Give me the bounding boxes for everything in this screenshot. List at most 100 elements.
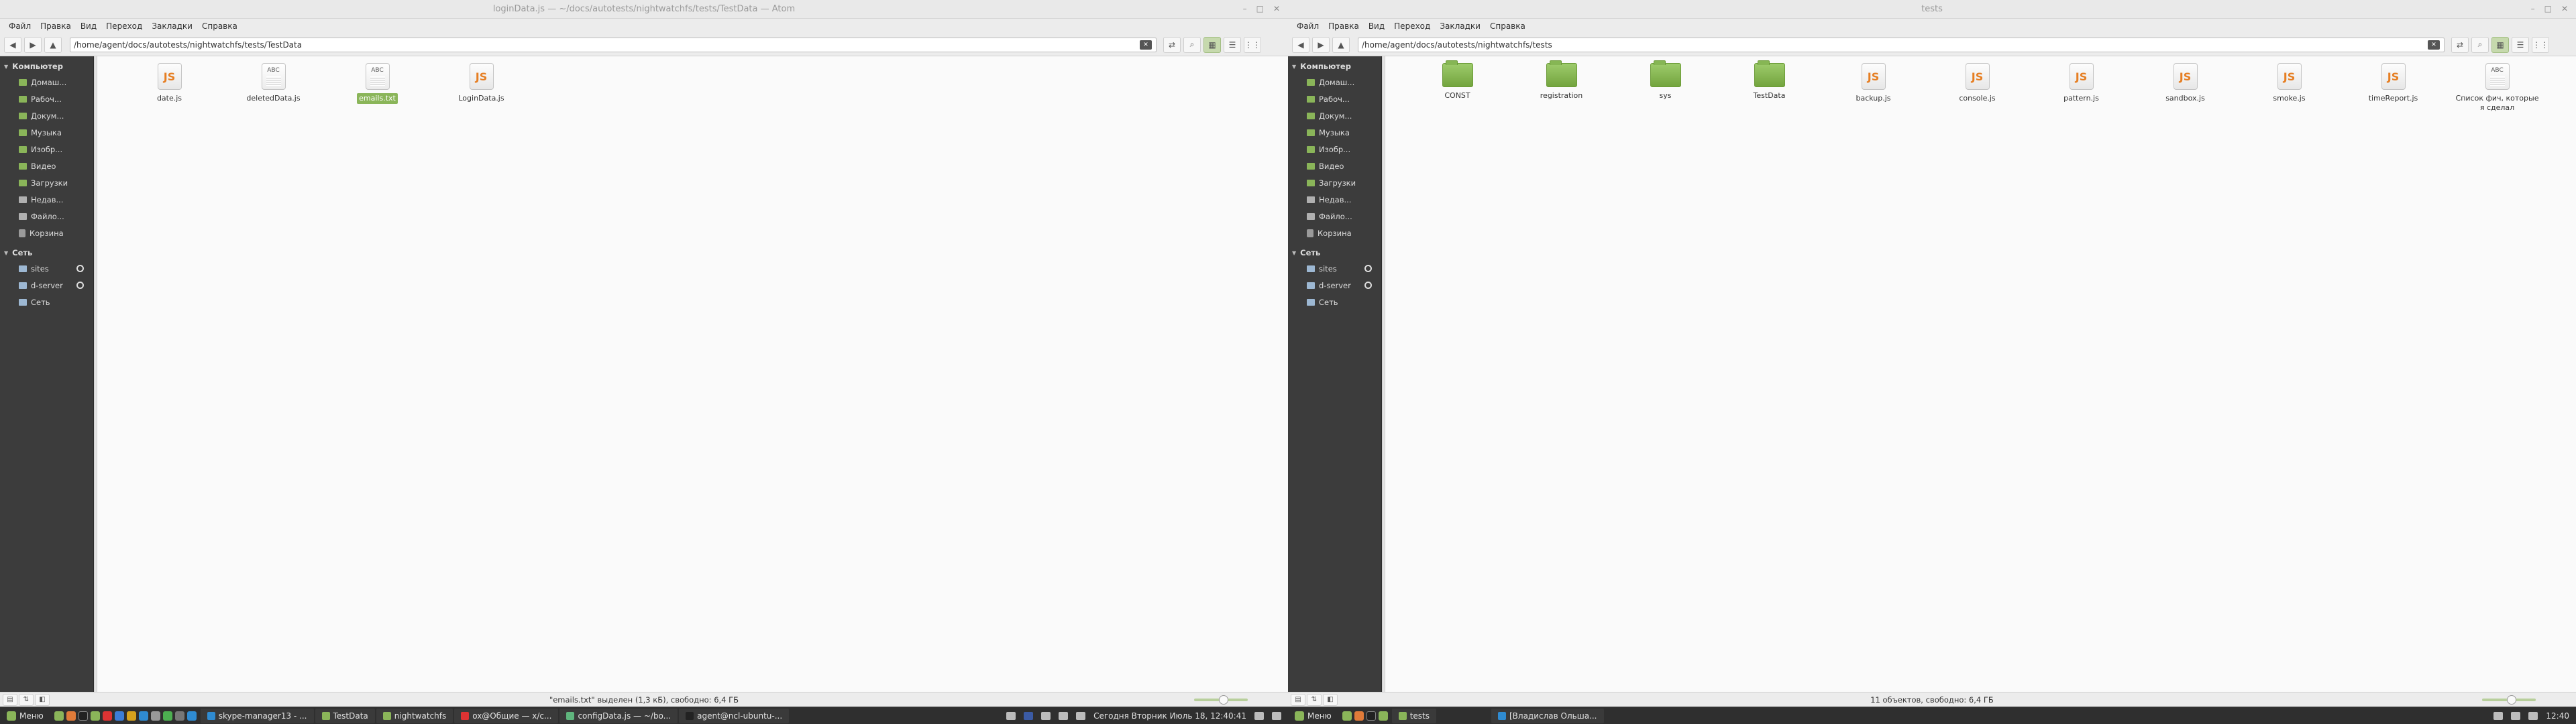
chrome-icon[interactable] xyxy=(162,711,172,721)
file-item[interactable]: JS timeReport.js xyxy=(2341,63,2445,114)
file-item[interactable]: JS pattern.js xyxy=(2029,63,2133,114)
file-item[interactable]: JS sandbox.js xyxy=(2133,63,2237,114)
back-button[interactable]: ◀ xyxy=(1292,36,1309,53)
menu-help[interactable]: Справка xyxy=(197,20,242,32)
menu-edit[interactable]: Правка xyxy=(36,20,76,32)
eject-icon[interactable] xyxy=(1364,265,1372,272)
menu-help[interactable]: Справка xyxy=(1485,20,1530,32)
compact-view-button[interactable]: ⋮⋮ xyxy=(1244,36,1261,53)
shield-icon[interactable] xyxy=(1076,711,1086,720)
menu-edit[interactable]: Правка xyxy=(1324,20,1364,32)
sidebar-item-recent[interactable]: Недав... xyxy=(1288,191,1381,208)
file-item[interactable]: JS smoke.js xyxy=(2237,63,2341,114)
start-menu-button[interactable]: Меню xyxy=(0,711,50,721)
file-item[interactable]: ABC Список фич, которые я сделал xyxy=(2445,63,2549,114)
path-input[interactable]: /home/agent/docs/autotests/nightwatchfs/… xyxy=(70,37,1157,52)
start-menu-button[interactable]: Меню xyxy=(1288,711,1338,721)
sidebar-item-home[interactable]: Домаш... xyxy=(0,74,93,90)
menu-file[interactable]: Файл xyxy=(1292,20,1324,32)
zoom-slider-handle[interactable] xyxy=(1219,695,1228,705)
skype-icon[interactable] xyxy=(138,711,148,721)
star-icon[interactable] xyxy=(126,711,136,721)
menu-bookmarks[interactable]: Закладки xyxy=(147,20,197,32)
file-item[interactable]: sys xyxy=(1613,60,1717,114)
network-icon[interactable] xyxy=(1041,711,1051,720)
clock[interactable]: 12:40 xyxy=(2546,711,2569,721)
file-item[interactable]: ABC emails.txt xyxy=(325,63,429,105)
user-icon[interactable] xyxy=(1006,711,1016,720)
file-view[interactable]: CONST registration sys TestData JS backup.js J… xyxy=(1385,56,2576,692)
forward-button[interactable]: ▶ xyxy=(24,36,42,53)
sidebar-item-filesystem[interactable]: Файло... xyxy=(1288,208,1381,225)
terminal-icon[interactable] xyxy=(78,711,88,721)
close-icon[interactable]: ✕ xyxy=(1273,4,1280,13)
menu-go[interactable]: Переход xyxy=(101,20,147,32)
chat-icon[interactable] xyxy=(1254,711,1264,720)
sidebar-item-filesystem[interactable]: Файло... xyxy=(0,208,93,225)
eject-icon[interactable] xyxy=(76,265,84,272)
sidebar-item-d-server[interactable]: d-server xyxy=(1288,277,1381,294)
sidebar-item-home[interactable]: Домаш... xyxy=(1288,74,1381,90)
sidebar-item-music[interactable]: Музыка xyxy=(0,124,93,141)
menu-bookmarks[interactable]: Закладки xyxy=(1435,20,1485,32)
file-item[interactable]: ABC deletedData.js xyxy=(221,63,325,104)
sidebar-item-videos[interactable]: Видео xyxy=(0,158,93,174)
sidebar-item-videos[interactable]: Видео xyxy=(1288,158,1381,174)
maximize-icon[interactable]: □ xyxy=(1256,4,1264,13)
menu-go[interactable]: Переход xyxy=(1389,20,1435,32)
sidebar-item-downloads[interactable]: Загрузки xyxy=(0,174,93,191)
task-nightwatchfs[interactable]: nightwatchfs xyxy=(376,708,453,723)
app-icon[interactable] xyxy=(174,711,184,721)
toggle-location-button[interactable]: ⇄ xyxy=(2451,36,2469,53)
sidebar-item-desktop[interactable]: Рабоч... xyxy=(0,90,93,107)
menu-view[interactable]: Вид xyxy=(76,20,101,32)
user-icon[interactable] xyxy=(2493,711,2504,720)
titlebar[interactable]: tests – □ ✕ xyxy=(1288,0,2576,19)
task-chat[interactable]: [Владислав Ольша... xyxy=(1491,708,1604,723)
firefox-icon[interactable] xyxy=(66,711,76,721)
sidebar-item-d-server[interactable]: d-server xyxy=(0,277,93,294)
keyboard-layout-flag-icon[interactable] xyxy=(1024,711,1034,720)
search-icon[interactable]: ⌕ xyxy=(2471,36,2489,53)
close-icon[interactable]: ✕ xyxy=(2561,4,2568,13)
sidebar-section-network[interactable]: ▼ Сеть xyxy=(1288,245,1381,260)
menu-file[interactable]: Файл xyxy=(4,20,36,32)
sidebar-item-documents[interactable]: Докум... xyxy=(1288,107,1381,124)
files-icon[interactable] xyxy=(1378,711,1388,721)
eject-icon[interactable] xyxy=(1364,282,1372,289)
file-item[interactable]: JS date.js xyxy=(117,63,221,104)
file-item[interactable]: TestData xyxy=(1717,60,1821,114)
sidebar-item-network[interactable]: Сеть xyxy=(0,294,93,310)
file-item[interactable]: CONST xyxy=(1405,60,1509,114)
list-view-button[interactable]: ☰ xyxy=(2512,36,2529,53)
toggle-location-button[interactable]: ⇄ xyxy=(1163,36,1181,53)
file-item[interactable]: JS backup.js xyxy=(1821,63,1925,114)
list-view-button[interactable]: ☰ xyxy=(1224,36,1241,53)
compact-view-button[interactable]: ⋮⋮ xyxy=(2532,36,2549,53)
volume-icon[interactable] xyxy=(1059,711,1069,720)
back-button[interactable]: ◀ xyxy=(4,36,21,53)
sidebar-section-computer[interactable]: ▼ Компьютер xyxy=(0,59,93,74)
zoom-slider[interactable] xyxy=(1194,695,1248,705)
icon-view-button[interactable]: ▦ xyxy=(2491,36,2509,53)
up-button[interactable]: ▲ xyxy=(1332,36,1350,53)
minimize-icon[interactable]: – xyxy=(2531,4,2535,13)
clear-path-icon[interactable]: ✕ xyxy=(2428,40,2440,50)
files-icon[interactable] xyxy=(90,711,100,721)
file-view[interactable]: JS date.js ABC deletedData.js ABC emails.txt J… xyxy=(97,56,1288,692)
volume-icon[interactable] xyxy=(2528,711,2538,720)
sidebar-section-network[interactable]: ▼ Сеть xyxy=(0,245,93,260)
firefox-icon[interactable] xyxy=(1354,711,1364,721)
path-input[interactable]: /home/agent/docs/autotests/nightwatchfs/… xyxy=(1358,37,2445,52)
sidebar-item-sites[interactable]: sites xyxy=(0,260,93,277)
terminal-icon[interactable] xyxy=(1366,711,1376,721)
clear-path-icon[interactable]: ✕ xyxy=(1140,40,1152,50)
app-icon[interactable] xyxy=(150,711,160,721)
sidebar-item-trash[interactable]: Корзина xyxy=(1288,225,1381,241)
task-testdata[interactable]: TestData xyxy=(315,708,375,723)
file-item[interactable]: JS console.js xyxy=(1925,63,2029,114)
opera-icon[interactable] xyxy=(102,711,112,721)
menu-view[interactable]: Вид xyxy=(1364,20,1389,32)
sidebar-item-recent[interactable]: Недав... xyxy=(0,191,93,208)
network-icon[interactable] xyxy=(2511,711,2521,720)
